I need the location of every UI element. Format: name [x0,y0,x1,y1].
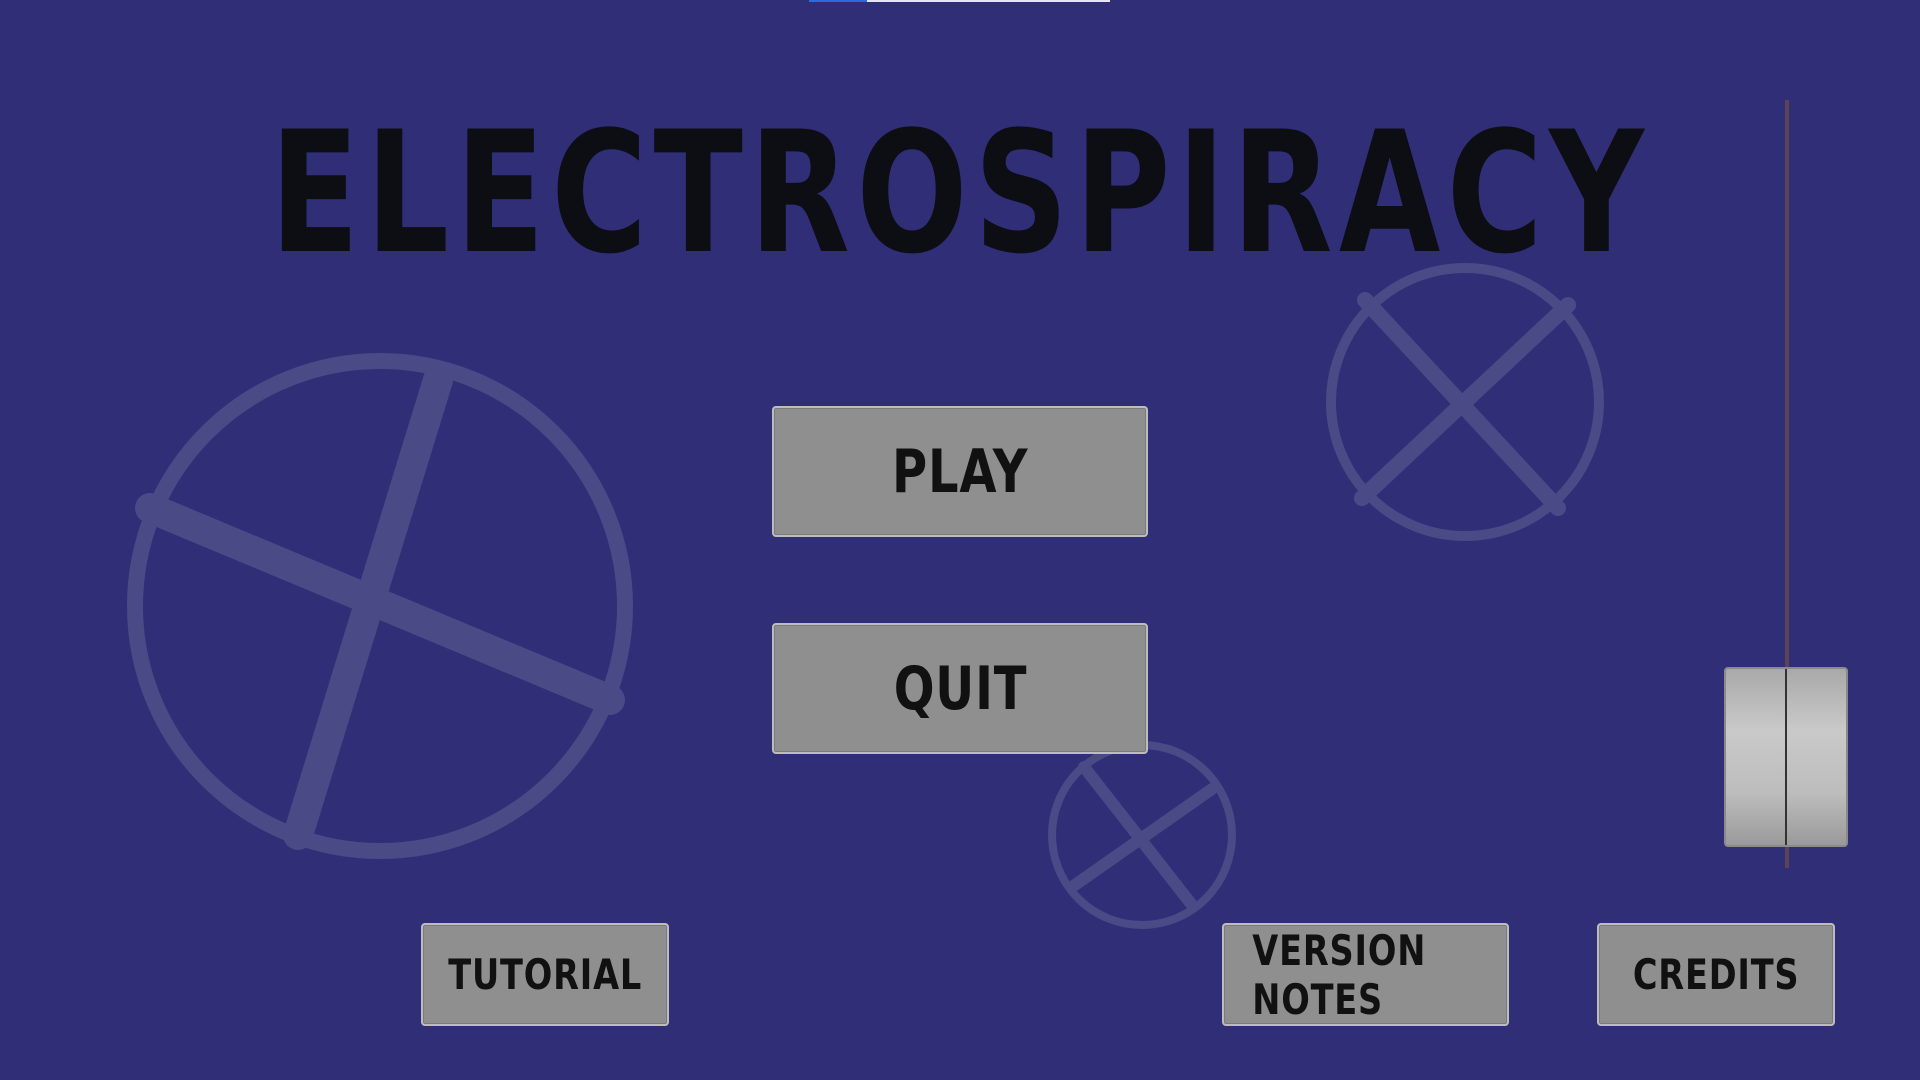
tutorial-button[interactable]: TUTORIAL [421,923,669,1026]
quit-button[interactable]: QUIT [772,623,1148,754]
top-edge-strip-blue [809,0,867,2]
game-title: ELECTROSPIRACY [269,95,1651,291]
version-notes-button-label: VERSION NOTES [1252,925,1427,1024]
play-button[interactable]: PLAY [772,406,1148,537]
top-edge-strip-white [867,0,1110,2]
credits-button-label: CREDITS [1632,950,1800,999]
main-menu-screen: ELECTROSPIRACY PLAY QUIT TUTORIAL VERSIO… [0,0,1920,1080]
gear-icon [127,353,633,859]
version-notes-button[interactable]: VERSION NOTES [1222,923,1509,1026]
tutorial-button-label: TUTORIAL [448,950,642,999]
quit-button-label: QUIT [893,653,1027,724]
credits-button[interactable]: CREDITS [1597,923,1835,1026]
play-button-label: PLAY [891,436,1029,507]
gear-icon [1048,741,1236,929]
volume-slider-handle[interactable] [1724,667,1848,847]
gear-icon [1326,263,1604,541]
